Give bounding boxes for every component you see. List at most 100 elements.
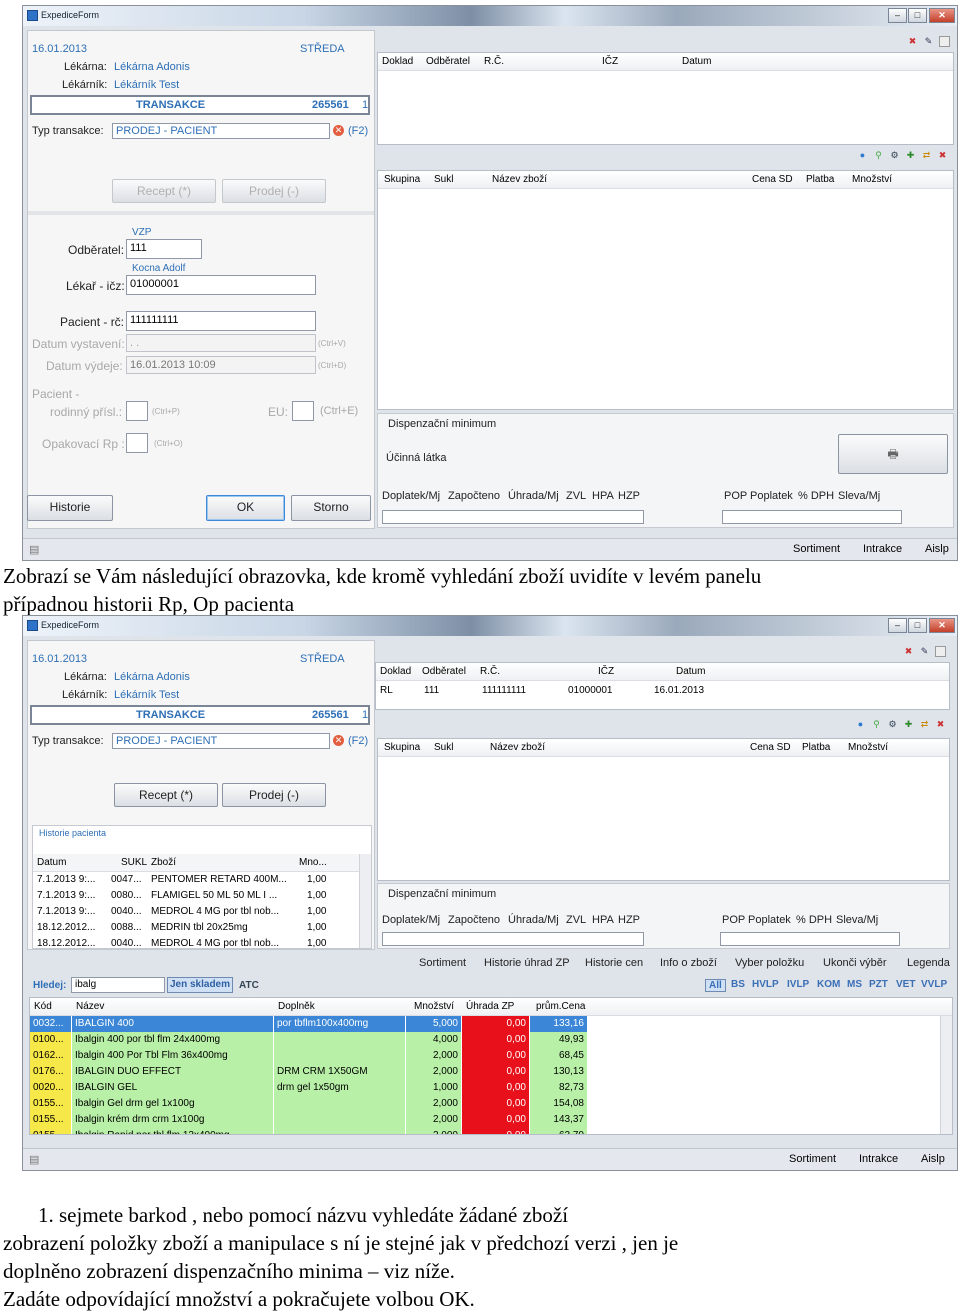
tools-icon[interactable]: ⚙ xyxy=(887,719,898,730)
transaction-type-select[interactable]: PRODEJ - PACIENT xyxy=(112,123,330,139)
search-input[interactable]: ibalg xyxy=(71,977,165,993)
stop-icon[interactable] xyxy=(939,36,950,47)
clear-icon[interactable]: ✕ xyxy=(333,735,344,746)
status-aislp[interactable]: Aislp xyxy=(921,1153,945,1165)
col-odberatel: Odběratel xyxy=(422,666,466,677)
status-sortiment[interactable]: Sortiment xyxy=(789,1153,836,1165)
documents-grid[interactable]: Doklad Odběratel R.Č. IČZ Datum RL 111 1… xyxy=(375,662,950,710)
close-button[interactable]: ✕ xyxy=(929,618,955,633)
history-row[interactable]: 7.1.2013 9:... 0040... MEDROL 4 MG por tbl… xyxy=(33,904,371,920)
close-item-icon[interactable]: ✖ xyxy=(937,150,948,161)
maximize-button[interactable]: □ xyxy=(908,618,927,633)
status-intrakce[interactable]: Intrakce xyxy=(859,1153,898,1165)
status-sortiment[interactable]: Sortiment xyxy=(793,543,840,555)
globe-icon[interactable]: ● xyxy=(857,150,868,161)
in-stock-toggle[interactable]: Jen skladem xyxy=(167,977,233,993)
result-row[interactable]: 0155... Ibalgin Gel drm gel 1x100g 2,000 0,… xyxy=(30,1096,952,1112)
document-row[interactable]: RL 111 111111111 01000001 16.01.2013 xyxy=(376,683,949,699)
repeat-rp-checkbox[interactable] xyxy=(126,433,148,453)
maximize-button[interactable]: □ xyxy=(908,8,927,23)
add-icon[interactable]: ✚ xyxy=(905,150,916,161)
history-row[interactable]: 7.1.2013 9:... 0047... PENTOMER RETARD 400… xyxy=(33,872,371,888)
eu-checkbox[interactable] xyxy=(292,401,314,421)
prodej-button[interactable]: Prodej (-) xyxy=(222,783,326,807)
history-button[interactable]: Historie xyxy=(27,495,113,521)
close-button[interactable]: ✕ xyxy=(929,8,955,23)
bottom-fields-right[interactable] xyxy=(722,510,902,524)
prodej-button[interactable]: Prodej (-) xyxy=(222,179,326,203)
close-item-icon[interactable]: ✖ xyxy=(935,719,946,730)
edit-icon[interactable]: ✎ xyxy=(923,36,934,47)
filter-kom[interactable]: KOM xyxy=(817,979,840,990)
status-aislp[interactable]: Aislp xyxy=(925,543,949,555)
items-grid[interactable]: Skupina Sukl Název zboží Cena SD Platba … xyxy=(377,170,954,410)
hist-item: MEDROL 4 MG por tbl nob... xyxy=(151,906,280,917)
history-row[interactable]: 18.12.2012... 0040... MEDROL 4 MG por tbl … xyxy=(33,936,371,952)
bottom-fields-right[interactable] xyxy=(720,932,900,946)
filter-vet[interactable]: VET xyxy=(896,979,915,990)
result-row[interactable]: 0100... Ibalgin 400 por tbl flm 24x400mg 4… xyxy=(30,1032,952,1048)
toolbar-vyber[interactable]: Vyber položku xyxy=(735,957,804,969)
delete-icon[interactable]: ✖ xyxy=(903,646,914,657)
delete-icon[interactable]: ✖ xyxy=(907,36,918,47)
recept-button[interactable]: Recept (*) xyxy=(114,783,218,807)
issue-date-input[interactable]: . . xyxy=(126,334,316,352)
result-cell: drm gel 1x50gm xyxy=(277,1082,349,1093)
filter-vvlp[interactable]: VVLP xyxy=(921,979,947,990)
history-panel: Historie pacienta Datum SUKL Zboží Mno..… xyxy=(32,825,372,949)
minimize-button[interactable]: – xyxy=(888,8,907,23)
result-row[interactable]: 0176... IBALGIN DUO EFFECT DRM CRM 1X50GM 2… xyxy=(30,1064,952,1080)
items-grid[interactable]: Skupina Sukl Název zboží Cena SD Platba … xyxy=(377,738,950,881)
patient-input[interactable]: 111111111 xyxy=(126,311,316,331)
ok-button[interactable]: OK xyxy=(206,495,285,521)
toolbar-ukonci[interactable]: Ukonči výběr xyxy=(823,957,887,969)
family-checkbox[interactable] xyxy=(126,401,148,421)
dispense-date-input[interactable]: 16.01.2013 10:09 xyxy=(126,356,316,374)
toolbar-sortiment[interactable]: Sortiment xyxy=(419,957,466,969)
add-icon[interactable]: ✚ xyxy=(903,719,914,730)
globe-icon[interactable]: ● xyxy=(855,719,866,730)
atc-button[interactable]: ATC xyxy=(239,980,259,991)
filter-ivlp[interactable]: IVLP xyxy=(787,979,809,990)
dispensing-panel: Dispenzační minimum Doplatek/Mj Započten… xyxy=(377,883,950,949)
ctrl-p-hint: (Ctrl+P) xyxy=(152,407,180,416)
status-intrakce[interactable]: Intrakce xyxy=(863,543,902,555)
result-row[interactable]: 0032... IBALGIN 400 por tbflm100x400mg 5,00… xyxy=(30,1016,952,1032)
filter-all[interactable]: All xyxy=(705,979,726,992)
filter-ms[interactable]: MS xyxy=(847,979,862,990)
transfer-icon[interactable]: ⇄ xyxy=(919,719,930,730)
bottom-fields[interactable] xyxy=(382,932,644,946)
transaction-type-select[interactable]: PRODEJ - PACIENT xyxy=(112,733,330,749)
result-row[interactable]: 0155... Ibalgin krém drm crm 1x100g 2,000 0… xyxy=(30,1112,952,1128)
minimize-button[interactable]: – xyxy=(888,618,907,633)
filter-hvlp[interactable]: HVLP xyxy=(752,979,779,990)
stop-icon[interactable] xyxy=(935,646,946,657)
toolbar-historie-cen[interactable]: Historie cen xyxy=(585,957,643,969)
bottom-fields[interactable] xyxy=(382,510,644,524)
history-row[interactable]: 18.12.2012... 0088... MEDRIN tbl 20x25mg 1,… xyxy=(33,920,371,936)
toolbar-historie-uhrad[interactable]: Historie úhrad ZP xyxy=(484,957,570,969)
recept-button[interactable]: Recept (*) xyxy=(112,179,216,203)
history-grid[interactable]: Datum SUKL Zboží Mno... 7.1.2013 9:... 00… xyxy=(33,854,371,949)
history-row[interactable]: 7.1.2013 9:... 0080... FLAMIGEL 50 ML 50 M… xyxy=(33,888,371,904)
edit-icon[interactable]: ✎ xyxy=(919,646,930,657)
customer-input[interactable]: 111 xyxy=(126,239,202,259)
results-grid[interactable]: Kód Název Doplněk Množství Úhrada ZP prů… xyxy=(29,997,953,1135)
toolbar-legenda[interactable]: Legenda xyxy=(907,957,950,969)
filter-pzt[interactable]: PZT xyxy=(869,979,888,990)
documents-grid[interactable]: Doklad Odběratel R.Č. IČZ Datum xyxy=(377,52,954,145)
search-icon[interactable]: ⚲ xyxy=(871,719,882,730)
doctor-input[interactable]: 01000001 xyxy=(126,275,316,295)
tools-icon[interactable]: ⚙ xyxy=(889,150,900,161)
grip-icon: ▤ xyxy=(29,544,40,556)
result-row[interactable]: 0162... Ibalgin 400 Por Tbl Flm 36x400mg 2… xyxy=(30,1048,952,1064)
print-button[interactable]: 🖶 xyxy=(838,434,948,474)
transfer-icon[interactable]: ⇄ xyxy=(921,150,932,161)
search-icon[interactable]: ⚲ xyxy=(873,150,884,161)
result-row[interactable]: 0155... Ibalgin Rapid por tbl flm 12x400m… xyxy=(30,1128,952,1134)
toolbar-info[interactable]: Info o zboží xyxy=(660,957,717,969)
filter-bs[interactable]: BS xyxy=(731,979,745,990)
clear-icon[interactable]: ✕ xyxy=(333,125,344,136)
result-row[interactable]: 0020... IBALGIN GEL drm gel 1x50gm 1,000 0,0… xyxy=(30,1080,952,1096)
storno-button[interactable]: Storno xyxy=(291,495,371,521)
